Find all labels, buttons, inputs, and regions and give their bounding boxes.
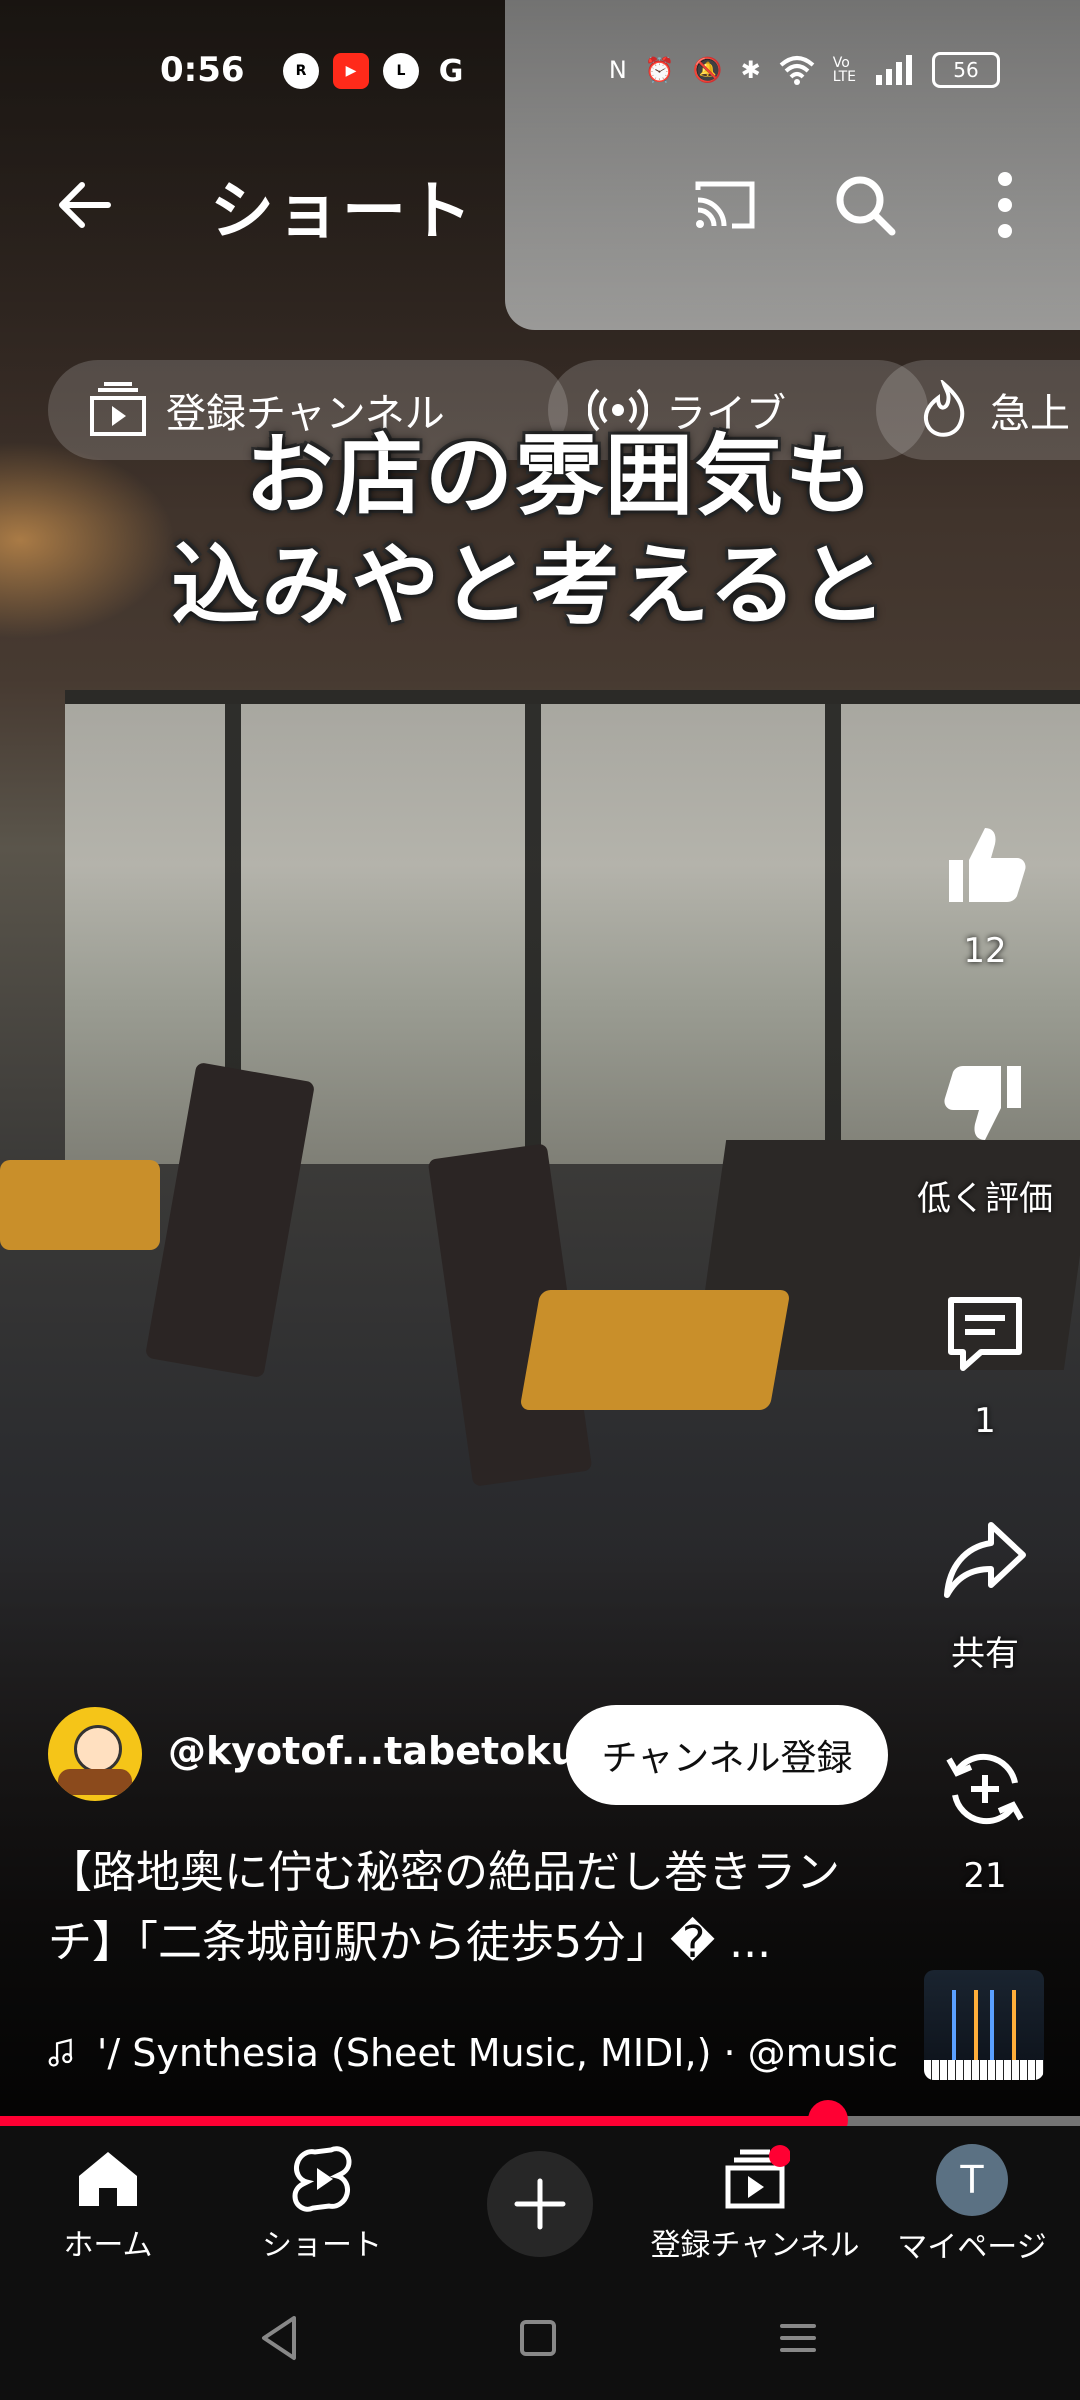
chair-cushion xyxy=(519,1290,791,1410)
synthesia-notes xyxy=(924,1990,1044,2060)
comments-button[interactable]: 1 xyxy=(915,1290,1055,1441)
nav-shorts-label: ショート xyxy=(262,2228,382,2263)
sound-row[interactable]: '/ Synthesia (Sheet Music, MIDI,) · @mus… xyxy=(48,2018,898,2088)
playback-progress[interactable] xyxy=(0,2100,1080,2140)
search-button[interactable] xyxy=(830,170,900,240)
youtube-shorts-screen: 0:56 R ▶ L G N ⏰ 🔕 ✱ Vo LTE 56 ショート 登録チャ… xyxy=(0,0,1080,2400)
dislike-label: 低く評価 xyxy=(917,1179,1053,1219)
signal-icon xyxy=(876,55,912,85)
caption-line-1: お店の雰囲気も xyxy=(244,423,875,527)
status-bar: 0:56 R ▶ L G N ⏰ 🔕 ✱ Vo LTE 56 xyxy=(0,0,1080,140)
more-options-button[interactable] xyxy=(975,165,1035,245)
cast-icon xyxy=(695,181,755,229)
system-navigation-bar xyxy=(0,2276,1080,2400)
back-button[interactable] xyxy=(50,170,120,240)
nav-home[interactable]: ホーム xyxy=(38,2144,178,2264)
remix-count: 21 xyxy=(963,1856,1007,1896)
google-icon: G xyxy=(438,53,464,89)
share-button[interactable]: 共有 xyxy=(915,1515,1055,1675)
like-count: 12 xyxy=(963,931,1007,971)
cast-button[interactable] xyxy=(690,170,760,240)
mute-icon: 🔕 xyxy=(692,56,723,84)
sound-title: '/ Synthesia (Sheet Music, MIDI,) · @mus… xyxy=(96,2031,898,2075)
thumbs-down-icon xyxy=(944,1066,1021,1140)
channel-handle[interactable]: @kyotof...tabetoku xyxy=(168,1729,578,1773)
nav-subscriptions-label: 登録チャンネル xyxy=(650,2228,860,2263)
rakuten-link-icon: R xyxy=(283,53,319,89)
triangle-back-icon xyxy=(262,2316,296,2360)
system-home-button[interactable] xyxy=(508,2308,568,2368)
user-avatar: T xyxy=(936,2144,1008,2216)
shorts-icon xyxy=(292,2146,352,2212)
nav-shorts[interactable]: ショート xyxy=(252,2144,392,2264)
nfc-icon: N xyxy=(608,56,627,84)
app-header: ショート xyxy=(0,150,1080,270)
comment-count: 1 xyxy=(974,1401,996,1441)
volte-icon: Vo LTE xyxy=(832,55,856,85)
channel-row: @kyotof...tabetoku チャンネル登録 xyxy=(48,1705,908,1805)
channel-avatar[interactable] xyxy=(48,1707,142,1801)
square-home-icon xyxy=(520,2320,556,2356)
remix-button[interactable]: 21 xyxy=(915,1745,1055,1896)
create-button[interactable] xyxy=(487,2151,593,2257)
youtube-icon: ▶ xyxy=(333,53,369,89)
system-recents-button[interactable] xyxy=(768,2308,828,2368)
remix-icon xyxy=(946,1753,1024,1825)
sound-thumbnail[interactable] xyxy=(924,1970,1044,2080)
avatar-face xyxy=(74,1725,122,1773)
home-icon xyxy=(79,2152,137,2206)
page-title: ショート xyxy=(210,175,474,249)
thumbs-up-icon xyxy=(949,828,1026,902)
share-label: 共有 xyxy=(951,1634,1019,1674)
status-time: 0:56 xyxy=(160,50,245,90)
battery-icon: 56 xyxy=(932,52,1000,88)
wifi-icon xyxy=(779,56,815,85)
progress-fill xyxy=(0,2116,829,2126)
video-caption-overlay: お店の雰囲気も 込みやと考えると xyxy=(110,420,1010,640)
system-back-button[interactable] xyxy=(250,2308,310,2368)
dislike-button[interactable]: 低く評価 xyxy=(915,1060,1055,1220)
nav-subscriptions[interactable]: 登録チャンネル xyxy=(640,2144,870,2264)
back-arrow-icon xyxy=(59,182,111,228)
notification-icons: R ▶ L G xyxy=(283,53,469,89)
plus-icon xyxy=(514,2178,566,2230)
subscribe-button[interactable]: チャンネル登録 xyxy=(566,1705,888,1805)
caption-line-2: 込みやと考えると xyxy=(171,533,889,637)
notification-dot xyxy=(769,2145,790,2167)
line-icon: L xyxy=(383,53,419,89)
comment-icon xyxy=(948,1297,1022,1371)
share-icon xyxy=(944,1522,1026,1598)
music-note-icon xyxy=(48,2038,73,2067)
bottom-navigation: ホーム ショート 登録チャンネル T マイページ xyxy=(0,2126,1080,2276)
nav-my-page[interactable]: T マイページ xyxy=(892,2144,1052,2266)
alarm-icon: ⏰ xyxy=(644,56,675,84)
like-button[interactable]: 12 xyxy=(915,820,1055,971)
system-indicators: N ⏰ 🔕 ✱ Vo LTE 56 xyxy=(609,52,1000,88)
nav-my-page-label: マイページ xyxy=(897,2230,1047,2265)
more-vert-icon xyxy=(998,172,1012,238)
bluetooth-icon: ✱ xyxy=(740,56,761,84)
menu-lines-icon xyxy=(780,2324,816,2352)
chair-cushion xyxy=(0,1160,160,1250)
piano-keys xyxy=(924,2060,1044,2080)
nav-home-label: ホーム xyxy=(63,2228,153,2263)
video-title[interactable]: 【路地奥に佇む秘密の絶品だし巻きランチ】「二条城前駅から徒歩5分」� ... xyxy=(48,1838,898,1978)
avatar-dish xyxy=(58,1769,132,1795)
search-icon xyxy=(836,176,896,236)
subscriptions-icon xyxy=(725,2145,790,2209)
